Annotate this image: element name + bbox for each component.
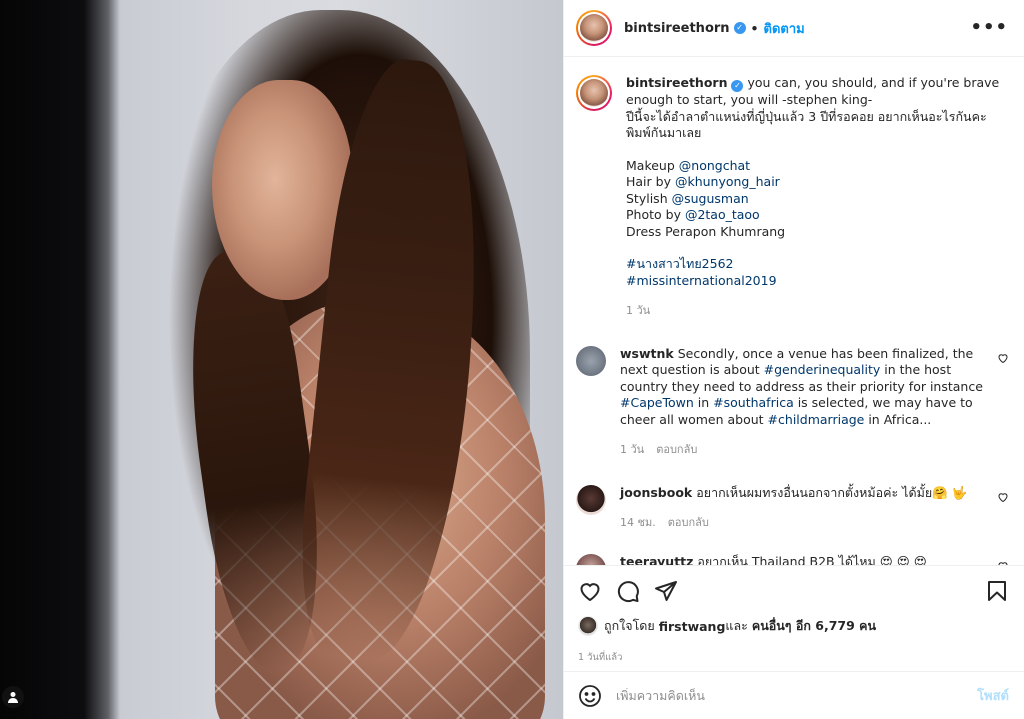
- comment-text-segment: อยากเห็น Thailand B2B ได้ไหม 😍 😍 😍: [697, 553, 927, 566]
- credit-handle-link[interactable]: @khunyong_hair: [675, 174, 780, 189]
- comment-like-heart-icon[interactable]: [997, 491, 1009, 503]
- likes-prefix: ถูกใจโดย: [604, 618, 655, 633]
- verified-badge-icon: ✓: [733, 22, 746, 34]
- caption-username[interactable]: bintsireethorn: [626, 75, 727, 90]
- comment-item: teerayuttz อยากเห็น Thailand B2B ได้ไหม …: [576, 553, 1009, 566]
- add-comment-bar: โพสต์: [564, 671, 1024, 719]
- likes-count-link[interactable]: คนอื่นๆ อีก 6,779 คน: [752, 616, 876, 636]
- heart-icon[interactable]: [578, 579, 602, 603]
- comment-item: joonsbook อยากเห็นผมทรงอื่นนอกจากตั้งหม้…: [576, 484, 1009, 532]
- author-username[interactable]: bintsireethorn: [624, 21, 730, 36]
- hashtag-link[interactable]: #southafrica: [713, 395, 794, 410]
- comment-text: joonsbook อยากเห็นผมทรงอื่นนอกจากตั้งหม้…: [620, 485, 989, 502]
- bookmark-icon[interactable]: [985, 579, 1009, 603]
- credit-label: Hair by: [626, 174, 675, 189]
- photo-shadow: [0, 0, 120, 719]
- more-options-icon[interactable]: •••: [970, 19, 1008, 37]
- author-avatar[interactable]: [576, 10, 612, 46]
- credit-label: Makeup: [626, 157, 679, 173]
- credit-row: Hair by @khunyong_hair: [626, 174, 1009, 191]
- caption-avatar[interactable]: [576, 75, 612, 111]
- commenter-avatar[interactable]: [576, 484, 606, 515]
- comment-text: teerayuttz อยากเห็น Thailand B2B ได้ไหม …: [620, 554, 989, 566]
- credit-label: Dress Perapon Khumrang: [626, 223, 786, 239]
- credit-label: Photo by: [626, 207, 685, 222]
- credit-row: Photo by @2tao_taoo: [626, 207, 1009, 224]
- follow-button[interactable]: ติดตาม: [764, 18, 805, 39]
- comment-time[interactable]: 1 วัน: [620, 443, 644, 456]
- credit-handle-link[interactable]: @2tao_taoo: [685, 207, 760, 222]
- post-comment-button[interactable]: โพสต์: [977, 685, 1009, 706]
- liker-username[interactable]: firstwang: [659, 619, 726, 634]
- caption: bintsireethorn ✓ you can, you should, and…: [576, 75, 1009, 320]
- hashtag-link[interactable]: #genderinequality: [764, 362, 881, 377]
- reply-button[interactable]: ตอบกลับ: [656, 443, 697, 456]
- comment-text-segment: in: [693, 395, 714, 410]
- comment-text-segment: in Africa...: [864, 411, 932, 427]
- credit-row: Stylish @sugusman: [626, 191, 1009, 208]
- reply-button[interactable]: ตอบกลับ: [668, 516, 709, 529]
- comment-time[interactable]: 14 ชม.: [620, 516, 656, 529]
- verified-badge-icon: ✓: [731, 80, 744, 92]
- post-photo[interactable]: [0, 0, 563, 719]
- emoji-icon[interactable]: [578, 684, 602, 708]
- commenter-username[interactable]: joonsbook: [620, 485, 692, 500]
- comment-icon[interactable]: [616, 579, 640, 603]
- commenter-avatar[interactable]: [576, 553, 606, 565]
- credit-label: Stylish: [626, 190, 672, 206]
- liker-avatar[interactable]: [578, 616, 598, 636]
- share-icon[interactable]: [654, 579, 678, 603]
- credit-row: Dress Perapon Khumrang: [626, 224, 1009, 241]
- comment-like-heart-icon[interactable]: [997, 352, 1009, 364]
- commenter-username[interactable]: teerayuttz: [620, 554, 693, 566]
- credit-handle-link[interactable]: @sugusman: [672, 191, 749, 206]
- comment-item: wswtnk Secondly, once a venue has been f…: [576, 345, 1009, 459]
- comment-input[interactable]: [616, 688, 978, 703]
- caption-text-line2: ปีนี้จะได้อำลาตำแหน่งที่ญี่ปุ่นแล้ว 3 ปี…: [626, 108, 987, 141]
- tagged-users-icon[interactable]: [2, 686, 24, 708]
- hashtag-link[interactable]: #นางสาวไทย2562: [626, 256, 733, 271]
- credit-row: Makeup @nongchat: [626, 158, 1009, 175]
- hashtag-link[interactable]: #missinternational2019: [626, 273, 777, 288]
- hashtag-link[interactable]: #CapeTown: [620, 395, 694, 410]
- likes-summary: ถูกใจโดย firstwang และ คนอื่นๆ อีก 6,779…: [578, 616, 1009, 636]
- separator-dot: •: [750, 20, 759, 36]
- comments-list[interactable]: bintsireethorn ✓ you can, you should, and…: [564, 57, 1024, 565]
- caption-time[interactable]: 1 วัน: [626, 304, 650, 317]
- commenter-username[interactable]: wswtnk: [620, 346, 674, 361]
- commenter-avatar[interactable]: [576, 345, 606, 376]
- credit-handle-link[interactable]: @nongchat: [679, 158, 750, 173]
- comment-text-segment: อยากเห็นผมทรงอื่นนอกจากตั้งหม้อค่ะ ได้มั…: [696, 484, 968, 500]
- comment-text: wswtnk Secondly, once a venue has been f…: [620, 346, 989, 429]
- hashtag-link[interactable]: #childmarriage: [768, 412, 865, 427]
- action-bar: ถูกใจโดย firstwang และ คนอื่นๆ อีก 6,779…: [564, 565, 1024, 665]
- likes-middle: และ: [725, 618, 748, 633]
- post-detail-panel: bintsireethorn ✓ • ติดตาม ••• bintsireet…: [563, 0, 1024, 719]
- post-header: bintsireethorn ✓ • ติดตาม •••: [564, 0, 1024, 57]
- post-timestamp[interactable]: 1 วันที่แล้ว: [578, 650, 1009, 665]
